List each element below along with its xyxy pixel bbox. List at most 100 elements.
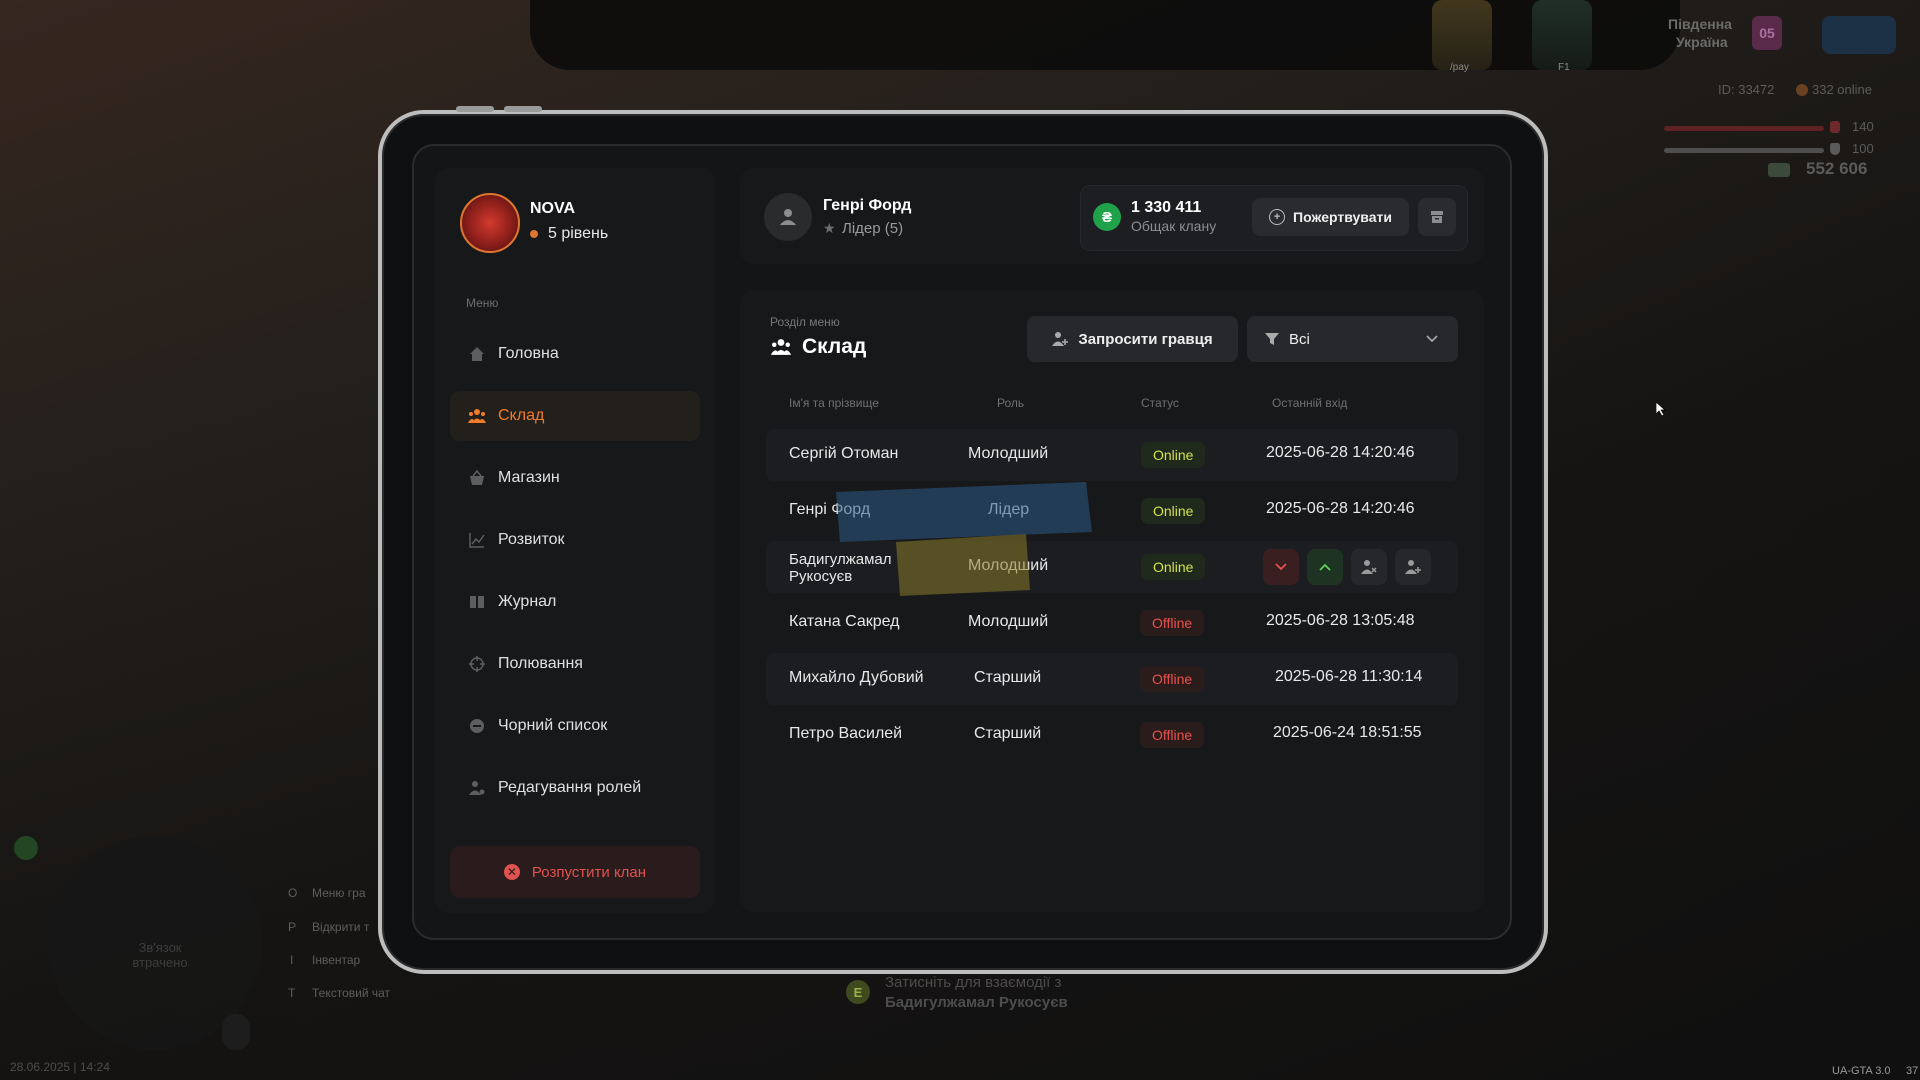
status-badge: Online — [1141, 554, 1206, 580]
disband-clan-button[interactable]: ✕ Розпустити клан — [450, 846, 700, 898]
interact-prompt: Затисніть для взаємодії з — [885, 974, 1062, 991]
last-login: 2025-06-28 14:20:46 — [1266, 500, 1415, 517]
tablet-button-2 — [504, 106, 542, 112]
add-role-button[interactable] — [1395, 549, 1431, 585]
region-code-badge: 05 — [1752, 16, 1782, 50]
column-header-status: Статус — [1141, 396, 1179, 410]
key-hint-label: Відкрити т — [312, 920, 370, 934]
region-line2: Україна — [1676, 34, 1728, 50]
online-icon — [1796, 84, 1808, 96]
column-header-role: Роль — [997, 396, 1025, 410]
member-role: Старший — [974, 669, 1042, 686]
sidebar-item-hunting[interactable]: Полювання — [450, 639, 700, 689]
table-row[interactable]: Михайло Дубовий Старший Offline 2025-06-… — [766, 653, 1458, 705]
level-dot — [530, 230, 538, 238]
section-caption: Розділ меню — [770, 315, 840, 329]
key-hint-key: I — [290, 953, 294, 967]
member-role: Молодший — [968, 445, 1049, 462]
clan-level: 5 рівень — [548, 225, 609, 242]
last-login: 2025-06-24 18:51:55 — [1273, 724, 1422, 741]
table-row[interactable]: Катана Сакред Молодший Offline 2025-06-2… — [766, 597, 1458, 649]
sidebar-item-home[interactable]: Головна — [450, 329, 700, 379]
tablet-button-1 — [456, 106, 494, 112]
key-hint-label: Меню гра — [312, 886, 366, 900]
column-header-last-login: Останній вхід — [1272, 396, 1348, 410]
section-title-text: Склад — [802, 335, 867, 358]
member-name: Петро Василей — [789, 725, 903, 742]
book-icon — [468, 593, 486, 611]
armor-value: 100 — [1852, 141, 1874, 156]
sidebar-item-roles[interactable]: Редагування ролей — [450, 763, 700, 813]
vehicle-slot-2 — [1532, 0, 1592, 70]
sidebar-item-blacklist[interactable]: Чорний список — [450, 701, 700, 751]
sidebar-item-label: Магазин — [498, 469, 560, 486]
block-icon — [468, 717, 486, 735]
vehicle-slot-1-label: /pay — [1450, 62, 1469, 73]
table-row[interactable]: Петро Василей Старший Offline 2025-06-24… — [766, 709, 1458, 761]
money-icon — [1768, 163, 1790, 177]
user-icon — [780, 209, 796, 225]
datetime: 28.06.2025 | 14:24 — [10, 1060, 110, 1074]
interact-key-badge: E — [846, 980, 870, 1004]
game-version: UA-GTA 3.0 — [1832, 1065, 1891, 1077]
promote-button[interactable] — [1307, 549, 1343, 585]
home-icon — [468, 345, 486, 363]
demote-button[interactable] — [1263, 549, 1299, 585]
donate-label: Пожертвувати — [1293, 209, 1392, 225]
status-badge: Offline — [1140, 722, 1205, 748]
last-login: 2025-06-28 14:20:46 — [1266, 444, 1415, 461]
chevron-down-icon — [1275, 563, 1287, 571]
bank-amount: 1 330 411 — [1131, 199, 1202, 216]
server-watermark-logo — [826, 472, 1100, 602]
status-badge: Online — [1141, 498, 1206, 524]
last-login: 2025-06-28 11:30:14 — [1275, 668, 1423, 685]
hryvnia-icon: ₴ — [1093, 203, 1121, 231]
sidebar-item-label: Редагування ролей — [498, 779, 642, 796]
member-role: Старший — [974, 725, 1042, 742]
member-role: Молодший — [968, 613, 1049, 630]
archive-icon — [1431, 211, 1443, 223]
users-icon — [468, 407, 486, 425]
section-title: Склад — [770, 335, 866, 359]
sidebar-item-label: Розвиток — [498, 531, 565, 548]
sidebar-item-journal[interactable]: Журнал — [450, 577, 700, 627]
status-badge: Online — [1141, 442, 1206, 468]
key-hint-key: P — [288, 920, 297, 934]
shield-icon — [1830, 143, 1840, 155]
microphone-icon — [222, 1014, 250, 1050]
menu-caption: Меню — [466, 296, 499, 310]
clan-avatar — [460, 193, 520, 253]
sidebar-item-storage[interactable]: Склад — [450, 391, 700, 441]
key-hint-label: Текстовий чат — [312, 986, 391, 1000]
region-line1: Південна — [1668, 16, 1732, 32]
server-logo — [1822, 16, 1896, 54]
sidebar-item-label: Журнал — [498, 593, 557, 610]
sidebar-item-development[interactable]: Розвиток — [450, 515, 700, 565]
kick-member-button[interactable] — [1351, 549, 1387, 585]
invite-player-button[interactable]: Запросити гравця — [1027, 316, 1238, 362]
key-hint-label: Інвентар — [312, 953, 361, 967]
user-gear-icon — [468, 779, 486, 797]
health-bar — [1664, 126, 1824, 131]
user-name: Генрі Форд — [823, 197, 912, 214]
mouse-cursor-icon — [1656, 402, 1666, 416]
basket-icon — [468, 469, 486, 487]
crosshair-icon — [468, 655, 486, 673]
filter-select[interactable]: Всі — [1247, 316, 1458, 362]
chart-icon — [468, 531, 486, 549]
bank-label: Общак клану — [1131, 218, 1217, 234]
status-badge: Offline — [1140, 666, 1205, 692]
donate-button[interactable]: + Пожертвувати — [1252, 198, 1409, 236]
chevron-down-icon — [1426, 335, 1438, 343]
interact-target: Бадигулжамал Рукосуєв — [885, 994, 1068, 1011]
sidebar-item-shop[interactable]: Магазин — [450, 453, 700, 503]
online-count: 332 online — [1812, 82, 1872, 97]
key-hint-key: T — [288, 986, 296, 1000]
minimap-status: Зв'язок втрачено — [132, 940, 188, 970]
bank-history-button[interactable] — [1418, 198, 1456, 236]
last-login: 2025-06-28 13:05:48 — [1266, 612, 1415, 629]
disband-label: Розпустити клан — [531, 863, 647, 881]
invite-label: Запросити гравця — [1078, 330, 1213, 348]
signal-icon — [14, 836, 38, 860]
sidebar-item-label: Склад — [498, 407, 545, 424]
